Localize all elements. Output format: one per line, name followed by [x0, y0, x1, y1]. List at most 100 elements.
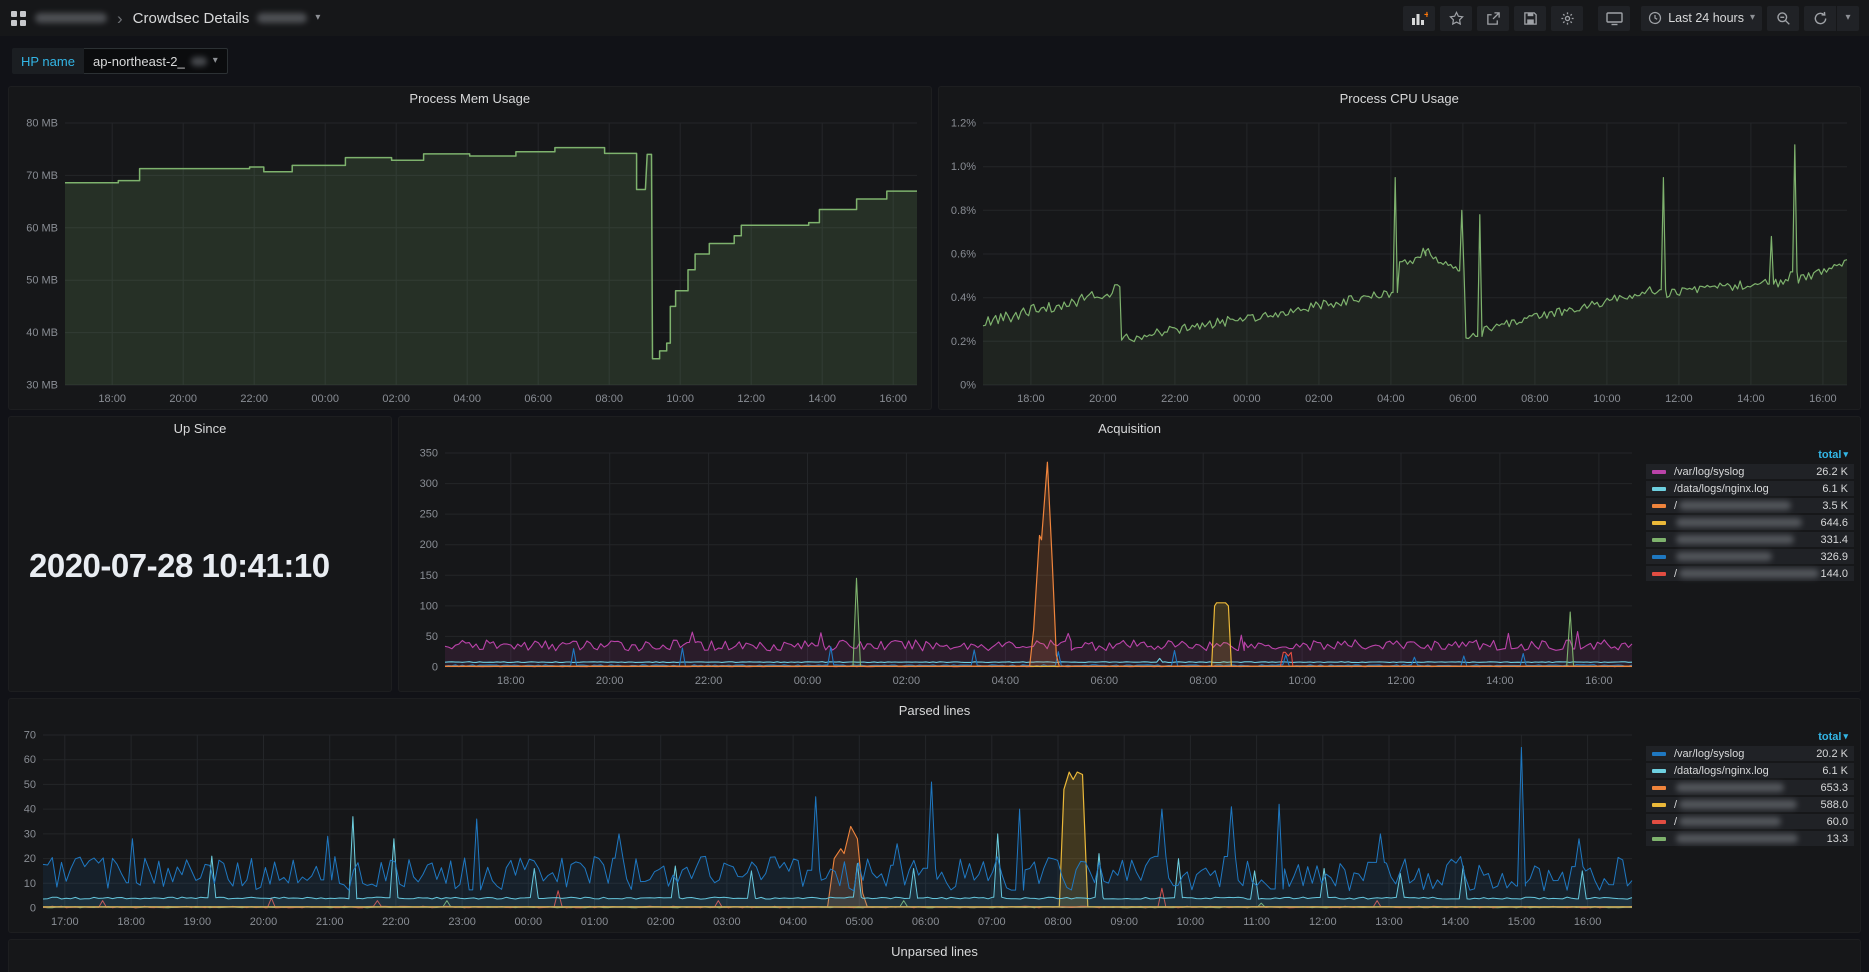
svg-text:18:00: 18:00 [117, 916, 145, 928]
legend-row: /var/log/syslog 26.2 K [1646, 464, 1854, 479]
settings-gear-icon[interactable] [1551, 6, 1583, 31]
svg-text:250: 250 [420, 509, 438, 521]
time-range-picker[interactable]: Last 24 hours ▾ [1641, 6, 1762, 31]
panel-unparsed-lines: Unparsed lines [8, 939, 1861, 972]
svg-text:14:00: 14:00 [808, 393, 836, 405]
legend-header[interactable]: total▾ [1646, 447, 1854, 462]
legend-total-value: 644.6 [1820, 517, 1848, 529]
svg-text:18:00: 18:00 [1017, 393, 1045, 405]
svg-text:10:00: 10:00 [1593, 393, 1621, 405]
svg-text:10:00: 10:00 [1177, 916, 1205, 928]
legend-total-value: 60.0 [1827, 816, 1848, 828]
panel-title[interactable]: Process Mem Usage [9, 87, 931, 111]
legend-row: 13.3 [1646, 831, 1854, 846]
svg-text:12:00: 12:00 [1387, 675, 1415, 687]
svg-text:10: 10 [24, 878, 36, 890]
svg-text:0: 0 [30, 903, 36, 915]
panel-title[interactable]: Process CPU Usage [939, 87, 1861, 111]
legend-series-label[interactable]: /var/log/syslog [1674, 748, 1744, 760]
legend-series-label[interactable]: / [1674, 500, 1677, 512]
legend-row: /var/log/syslog20.2 K [1646, 746, 1854, 761]
legend-series-label[interactable]: /var/log/syslog [1674, 466, 1744, 478]
svg-text:13:00: 13:00 [1375, 916, 1403, 928]
legend-header[interactable]: total▾ [1646, 729, 1854, 744]
variable-value: ap-northeast-2_ [93, 54, 185, 69]
acquisition-chart[interactable]: 35030025020015010050018:0020:0022:0000:0… [399, 441, 1646, 691]
legend-row: /data/logs/nginx.log6.1 K [1646, 763, 1854, 778]
svg-text:16:00: 16:00 [1574, 916, 1602, 928]
dashboard-title[interactable]: Crowdsec Details [133, 10, 250, 27]
panel-title[interactable]: Unparsed lines [9, 940, 1860, 964]
legend-row: 326.9 [1646, 549, 1854, 564]
legend-series-label[interactable]: /data/logs/nginx.log [1674, 765, 1769, 777]
svg-text:0: 0 [432, 662, 438, 674]
breadcrumb-separator-icon: › [115, 10, 125, 27]
svg-text:12:00: 12:00 [1665, 393, 1693, 405]
series-color-swatch [1652, 521, 1666, 525]
add-panel-button[interactable]: + [1403, 6, 1435, 31]
svg-text:06:00: 06:00 [912, 916, 940, 928]
panel-title[interactable]: Parsed lines [9, 699, 1860, 723]
svg-text:06:00: 06:00 [1449, 393, 1477, 405]
svg-text:11:00: 11:00 [1243, 916, 1270, 928]
svg-text:12:00: 12:00 [737, 393, 765, 405]
redacted-text [1679, 569, 1819, 578]
svg-text:08:00: 08:00 [1521, 393, 1549, 405]
zoom-out-button[interactable] [1767, 6, 1799, 31]
save-button[interactable] [1514, 6, 1546, 31]
process-cpu-usage-chart[interactable]: 1.2%1.0%0.8%0.6%0.4%0.2%0%18:0020:0022:0… [939, 111, 1861, 409]
share-button[interactable] [1477, 6, 1509, 31]
svg-text:16:00: 16:00 [1585, 675, 1613, 687]
caret-down-icon: ▾ [1845, 13, 1850, 23]
series-color-swatch [1652, 538, 1666, 542]
apps-grid-icon[interactable] [10, 10, 27, 27]
svg-text:60 MB: 60 MB [26, 222, 58, 234]
parsed-lines-chart[interactable]: 70605040302010017:0018:0019:0020:0021:00… [9, 723, 1646, 932]
refresh-button[interactable] [1804, 6, 1836, 31]
svg-text:19:00: 19:00 [184, 916, 212, 928]
svg-text:08:00: 08:00 [595, 393, 623, 405]
series-color-swatch [1652, 487, 1666, 491]
legend-total-value: 144.0 [1820, 568, 1848, 580]
redacted-text [257, 13, 307, 23]
svg-text:100: 100 [420, 600, 438, 612]
redacted-text [1676, 535, 1794, 544]
legend-row: /data/logs/nginx.log6.1 K [1646, 481, 1854, 496]
svg-text:40 MB: 40 MB [26, 327, 58, 339]
legend-sort-total: total [1818, 449, 1841, 461]
process-mem-usage-chart[interactable]: 80 MB70 MB60 MB50 MB40 MB30 MB18:0020:00… [9, 111, 931, 409]
legend-series-label[interactable]: /data/logs/nginx.log [1674, 483, 1769, 495]
legend-series-label[interactable]: / [1674, 816, 1677, 828]
legend-row: / 144.0 [1646, 566, 1854, 581]
panel-title[interactable]: Up Since [9, 417, 391, 441]
legend-total-value: 26.2 K [1816, 466, 1848, 478]
svg-text:15:00: 15:00 [1508, 916, 1536, 928]
svg-text:04:00: 04:00 [1377, 393, 1405, 405]
chevron-down-icon[interactable]: ▾ [315, 13, 320, 23]
svg-text:50: 50 [24, 779, 36, 791]
legend-row: 331.4 [1646, 532, 1854, 547]
star-button[interactable] [1440, 6, 1472, 31]
acquisition-legend: total▾ /var/log/syslog 26.2 K/data/logs/ng… [1646, 441, 1860, 691]
svg-text:02:00: 02:00 [893, 675, 921, 687]
svg-text:04:00: 04:00 [453, 393, 481, 405]
legend-series-label[interactable]: / [1674, 568, 1677, 580]
refresh-interval-dropdown[interactable]: ▾ [1837, 6, 1859, 31]
panel-title[interactable]: Acquisition [399, 417, 1860, 441]
caret-down-icon: ▾ [1750, 13, 1755, 23]
svg-text:20: 20 [24, 853, 36, 865]
svg-text:0.8%: 0.8% [950, 205, 975, 217]
legend-series-label[interactable]: / [1674, 799, 1677, 811]
svg-text:20:00: 20:00 [250, 916, 278, 928]
series-color-swatch [1652, 752, 1666, 756]
panel-parsed-lines: Parsed lines 70605040302010017:0018:0019… [8, 698, 1861, 933]
hp-name-select[interactable]: ap-northeast-2_ ▾ [84, 48, 228, 74]
cycle-view-mode-button[interactable] [1598, 6, 1630, 31]
series-color-swatch [1652, 470, 1666, 474]
svg-text:05:00: 05:00 [846, 916, 874, 928]
legend-sort-total: total [1818, 731, 1841, 743]
legend-total-value: 326.9 [1820, 551, 1848, 563]
svg-text:50: 50 [426, 631, 438, 643]
svg-text:22:00: 22:00 [240, 393, 268, 405]
svg-text:50 MB: 50 MB [26, 275, 58, 287]
